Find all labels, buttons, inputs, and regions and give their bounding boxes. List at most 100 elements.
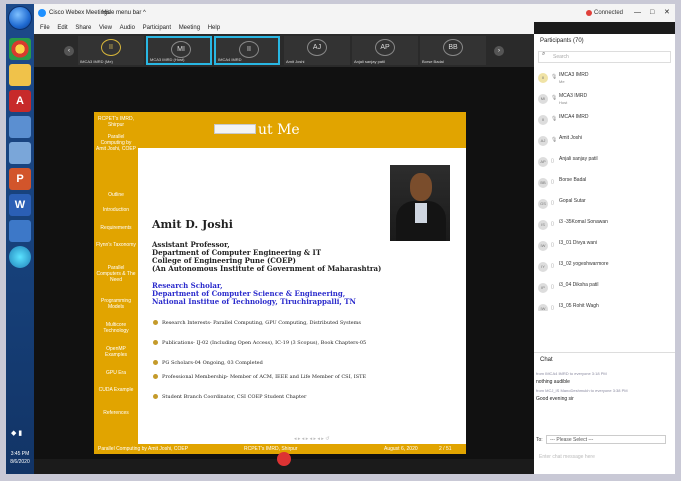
- sidebar-item: OpenMP Examples: [105, 346, 127, 358]
- network-icon[interactable]: [9, 142, 31, 164]
- windows-start-icon[interactable]: [8, 6, 32, 30]
- video-tile[interactable]: AJ Amit Joshi: [284, 36, 350, 65]
- calculator-icon[interactable]: [9, 220, 31, 242]
- sidebar-item: RCPET's IMRD, Shirpur: [98, 116, 134, 128]
- tile-name: Anjali sanjay patil: [354, 59, 385, 64]
- video-tile[interactable]: II IMCA4 IMRD: [214, 36, 280, 65]
- strip-next-button[interactable]: ›: [494, 46, 504, 56]
- participant-row[interactable]: IY ▯ I3_02 yogeshwarmore: [538, 257, 671, 278]
- participant-row[interactable]: IP ▯ i3_04 Diksha patil: [538, 278, 671, 299]
- bullet-icon: [153, 360, 158, 365]
- profile-photo: [390, 165, 450, 241]
- webex-logo-icon: [38, 9, 46, 17]
- word-icon[interactable]: W: [9, 194, 31, 216]
- footer-left: Parallel Computing by Amit Joshi, COEP: [98, 446, 189, 452]
- chrome-icon[interactable]: [9, 38, 31, 60]
- clock-date[interactable]: 8/6/2020: [6, 459, 34, 465]
- tile-name: Amit Joshi: [286, 59, 305, 64]
- clock-time[interactable]: 3:45 PM: [6, 451, 34, 457]
- phone-icon: ▯: [551, 263, 554, 269]
- notification-icon[interactable]: [586, 10, 592, 16]
- menu-meeting[interactable]: Meeting: [179, 25, 200, 31]
- menu-bar: File Edit Share View Audio Participant M…: [34, 22, 534, 34]
- participant-row[interactable]: II 🎙 IMCA3 IMRD Me: [538, 68, 671, 89]
- video-tile[interactable]: MI MCA3 IMRD (Host): [146, 36, 212, 65]
- avatar: GS: [538, 199, 548, 209]
- beamer-nav-icons[interactable]: ◂ ▸ ◂ ▸ ◂ ▸ ◂ ▸ ↺: [294, 436, 329, 442]
- explorer-icon[interactable]: [9, 64, 31, 86]
- maximize-button[interactable]: □: [650, 4, 654, 22]
- participant-row[interactable]: AJ 🎙 Amit Joshi: [538, 131, 671, 152]
- notepad-icon[interactable]: [9, 116, 31, 138]
- participant-search-input[interactable]: Search: [538, 51, 671, 63]
- phone-icon: ▯: [551, 305, 554, 311]
- connection-status[interactable]: Connected: [594, 4, 623, 22]
- participant-role: Me: [559, 79, 565, 84]
- participant-row[interactable]: GS ▯ Gopal Sutar: [538, 194, 671, 215]
- menu-edit[interactable]: Edit: [57, 25, 67, 31]
- participant-name: i3 -35Komal Sonawan: [559, 219, 608, 225]
- avatar: IS: [538, 220, 548, 230]
- tile-name: Borse Badal: [422, 59, 444, 64]
- tile-name: IMCA3 IMRD (Me): [80, 59, 113, 64]
- sidebar-item: Outline: [108, 192, 124, 198]
- avatar: IW: [538, 304, 548, 311]
- menu-audio[interactable]: Audio: [120, 25, 135, 31]
- participant-row[interactable]: IW ▯ I3_01 Divya wani: [538, 236, 671, 257]
- avatar: II: [101, 39, 121, 56]
- to-label: To:: [536, 437, 543, 443]
- bullet-icon: [153, 340, 158, 345]
- chat-message: Good evening sir: [536, 396, 574, 402]
- bullet-icon: [153, 320, 158, 325]
- participant-row[interactable]: IW ▯ I3_05 Rohit Wagh: [538, 299, 671, 311]
- avatar: II: [538, 73, 548, 83]
- avatar: IP: [538, 283, 548, 293]
- sidebar-item: Introduction: [102, 207, 130, 213]
- video-tile[interactable]: BB Borse Badal: [420, 36, 486, 65]
- chat-sender: from IMCA4 IMRD to everyone 3:18 PM: [536, 371, 607, 376]
- avatar: II: [538, 115, 548, 125]
- participant-row[interactable]: MI 🎙 MCA3 IMRD Host: [538, 89, 671, 110]
- participants-header[interactable]: Participants (70): [540, 38, 584, 44]
- acrobat-icon[interactable]: A: [9, 90, 31, 112]
- powerpoint-icon[interactable]: P: [9, 168, 31, 190]
- avatar: AJ: [538, 136, 548, 146]
- menu-participant[interactable]: Participant: [143, 25, 171, 31]
- participant-row[interactable]: II 🎙 IMCA4 IMRD: [538, 110, 671, 131]
- chat-message-input[interactable]: Enter chat message here: [536, 449, 671, 465]
- participant-row[interactable]: IS ▯ i3 -35Komal Sonawan: [538, 215, 671, 236]
- annotation-toolbar[interactable]: [214, 124, 256, 134]
- webex-icon[interactable]: [9, 246, 31, 268]
- title-bar: Cisco Webex Meetings Hide menu bar ^ Con…: [34, 4, 675, 22]
- search-icon: ⌕: [542, 51, 546, 57]
- video-tile[interactable]: AP Anjali sanjay patil: [352, 36, 418, 65]
- bullet-item: Student Branch Coordinator, CSI COEP Stu…: [153, 394, 372, 400]
- info-line: (An Autonomous Institute of Government o…: [152, 264, 382, 273]
- participant-row[interactable]: BB ▯ Borse Badal: [538, 173, 671, 194]
- tile-name: IMCA4 IMRD: [218, 57, 242, 62]
- participant-name: Amit Joshi: [559, 135, 583, 141]
- avatar: II: [239, 41, 259, 58]
- menu-help[interactable]: Help: [208, 25, 220, 31]
- sidebar-item: Programming Models: [100, 298, 131, 310]
- shared-content-area: RCPET's IMRD, Shirpur Parallel Computing…: [34, 67, 534, 459]
- tray-icons[interactable]: ◆ ▮: [11, 429, 22, 437]
- video-tile[interactable]: II IMCA3 IMRD (Me): [78, 36, 144, 65]
- menu-view[interactable]: View: [99, 25, 112, 31]
- avatar: BB: [538, 178, 548, 188]
- chat-header[interactable]: Chat: [540, 357, 553, 363]
- hide-menu-bar-button[interactable]: Hide menu bar ^: [102, 4, 146, 22]
- participant-name: i3_04 Diksha patil: [559, 282, 599, 288]
- recipient-select[interactable]: --- Please Select ---: [546, 435, 666, 444]
- menu-share[interactable]: Share: [75, 25, 91, 31]
- participant-row[interactable]: AP ▯ Anjali sanjay patil: [538, 152, 671, 173]
- minimize-button[interactable]: —: [634, 4, 641, 22]
- bullet-icon: [153, 394, 158, 399]
- menu-file[interactable]: File: [40, 25, 50, 31]
- footer-center: RCPET's IMRD, Shirpur: [244, 446, 298, 452]
- close-button[interactable]: ✕: [664, 4, 670, 22]
- end-meeting-button[interactable]: [277, 452, 291, 466]
- tile-name: MCA3 IMRD (Host): [150, 57, 185, 62]
- mic-icon: 🎙: [551, 116, 558, 122]
- strip-prev-button[interactable]: ‹: [64, 46, 74, 56]
